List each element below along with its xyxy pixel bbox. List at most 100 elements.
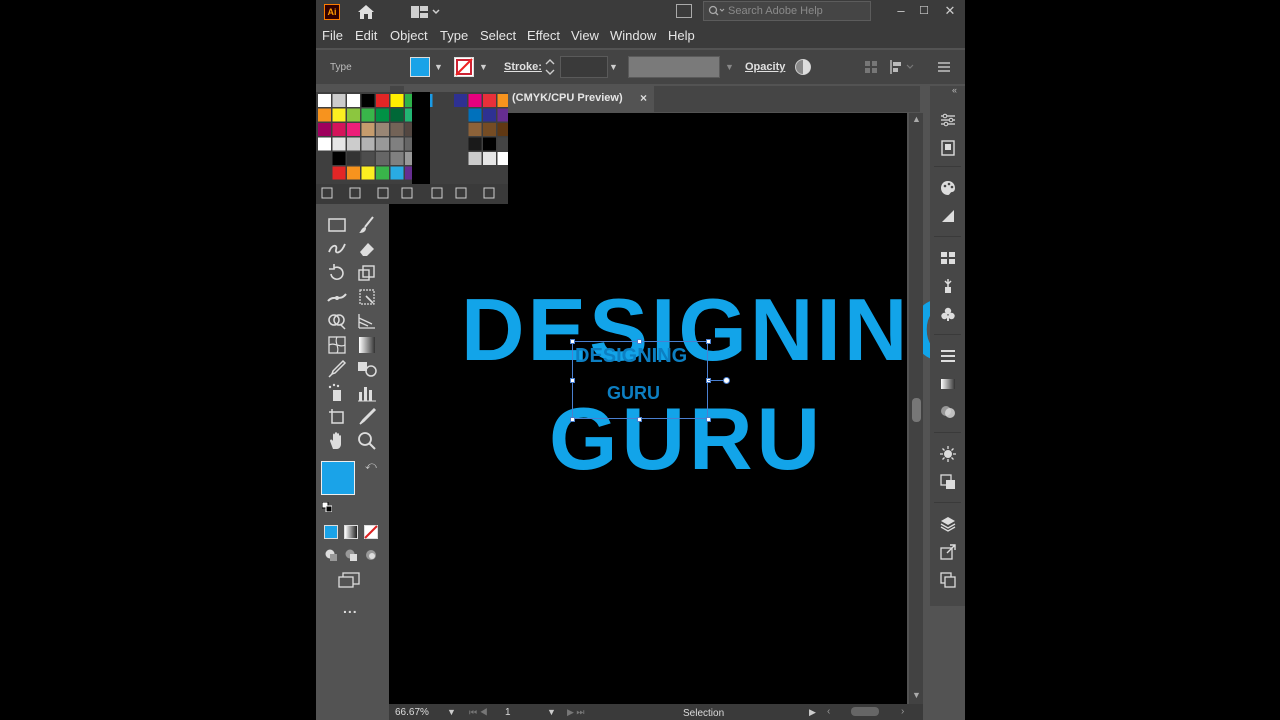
color-swatch[interactable]: [454, 94, 467, 107]
slice-tool-icon[interactable]: [356, 406, 378, 428]
color-swatch[interactable]: [483, 137, 496, 151]
maximize-button[interactable]: ☐: [914, 0, 934, 22]
color-swatch[interactable]: [497, 166, 511, 180]
selection-handle[interactable]: [637, 339, 642, 344]
menu-type[interactable]: Type: [440, 28, 468, 43]
arrange-documents-icon[interactable]: [676, 4, 692, 18]
symbol-sprayer-tool-icon[interactable]: [326, 382, 348, 404]
brushes-icon[interactable]: [940, 278, 956, 294]
eyedropper-tool-icon[interactable]: [326, 358, 348, 380]
selection-handle[interactable]: [637, 417, 642, 422]
color-swatch[interactable]: [497, 94, 511, 107]
appearance-icon[interactable]: [940, 446, 956, 462]
swap-fill-stroke-icon[interactable]: ⤺: [365, 460, 377, 473]
color-swatch[interactable]: [468, 137, 482, 151]
menu-view[interactable]: View: [571, 28, 599, 43]
color-swatch[interactable]: [390, 94, 404, 107]
none-mode-icon[interactable]: [364, 525, 378, 539]
stroke-panel-icon[interactable]: [940, 348, 956, 364]
current-tool-status[interactable]: Selection: [683, 708, 724, 719]
color-swatch[interactable]: [497, 123, 511, 136]
last-artboard-icon[interactable]: ▶ ⏭: [567, 707, 585, 718]
export-icon[interactable]: [940, 544, 956, 560]
stroke-weight-chevron-icon[interactable]: ▼: [609, 62, 618, 72]
menu-object[interactable]: Object: [390, 28, 428, 43]
draw-behind-icon[interactable]: [344, 548, 358, 562]
color-swatch[interactable]: [468, 94, 482, 107]
opacity-label[interactable]: Opacity: [745, 61, 785, 73]
screen-mode-icon[interactable]: [338, 572, 362, 588]
blend-tool-icon[interactable]: [356, 358, 378, 380]
eraser-tool-icon[interactable]: [356, 238, 378, 260]
close-document-button[interactable]: ×: [640, 91, 647, 105]
color-swatch[interactable]: [361, 108, 375, 122]
menu-window[interactable]: Window: [610, 28, 656, 43]
color-swatch[interactable]: [332, 137, 346, 151]
stroke-dropdown-chevron-icon[interactable]: ▼: [479, 62, 488, 72]
stroke-weight-field[interactable]: [560, 56, 608, 78]
free-transform-tool-icon[interactable]: [356, 286, 378, 308]
properties-icon[interactable]: [940, 112, 956, 128]
hand-tool-icon[interactable]: [326, 430, 348, 452]
color-swatch[interactable]: [376, 94, 389, 107]
selection-handle[interactable]: [570, 417, 575, 422]
color-swatch[interactable]: [347, 166, 360, 180]
color-swatch[interactable]: [318, 152, 331, 165]
transform-icon[interactable]: [888, 59, 916, 75]
gradient-panel-icon[interactable]: [940, 376, 956, 392]
scroll-right-icon[interactable]: ›: [901, 706, 904, 717]
color-swatch[interactable]: [483, 166, 496, 180]
fill-swatch[interactable]: [410, 57, 430, 77]
color-swatch[interactable]: [347, 137, 360, 151]
color-swatch[interactable]: [483, 108, 496, 122]
layers-icon[interactable]: [940, 516, 956, 532]
variable-width-profile-field[interactable]: [628, 56, 720, 78]
graphic-styles-icon[interactable]: [940, 474, 956, 490]
selection-bounding-box[interactable]: [572, 341, 708, 419]
menu-help[interactable]: Help: [668, 28, 695, 43]
stroke-label[interactable]: Stroke:: [504, 61, 542, 73]
zoom-level[interactable]: 66.67%: [395, 707, 429, 718]
menu-select[interactable]: Select: [480, 28, 516, 43]
color-swatch[interactable]: [468, 166, 482, 180]
color-swatch[interactable]: [361, 123, 375, 136]
edit-toolbar-button[interactable]: ...: [343, 600, 358, 616]
color-swatch[interactable]: [497, 152, 511, 165]
status-menu-arrow-icon[interactable]: ▶: [809, 707, 816, 718]
collapse-dock-icon[interactable]: «: [952, 85, 957, 95]
recolor-artwork-icon[interactable]: [794, 58, 812, 76]
text-out-port[interactable]: [723, 377, 730, 384]
mesh-tool-icon[interactable]: [326, 334, 348, 356]
gradient-mode-icon[interactable]: [344, 525, 358, 539]
fill-color-swatch[interactable]: [321, 461, 355, 495]
color-swatch[interactable]: [390, 166, 404, 180]
color-swatch[interactable]: [361, 166, 375, 180]
control-bar-menu-icon[interactable]: [937, 60, 951, 74]
color-swatch[interactable]: [497, 137, 511, 151]
column-graph-tool-icon[interactable]: [356, 382, 378, 404]
scale-tool-icon[interactable]: [356, 262, 378, 284]
stroke-stepper-icon[interactable]: [544, 56, 556, 78]
selection-handle[interactable]: [706, 417, 711, 422]
color-swatch[interactable]: [390, 152, 404, 165]
vertical-scrollbar-thumb[interactable]: [912, 398, 921, 422]
scroll-down-icon[interactable]: ▼: [912, 690, 921, 700]
menu-file[interactable]: File: [322, 28, 343, 43]
color-swatch[interactable]: [361, 152, 375, 165]
color-swatch[interactable]: [347, 152, 360, 165]
selection-handle[interactable]: [570, 378, 575, 383]
profile-chevron-icon[interactable]: ▼: [725, 62, 734, 72]
width-tool-icon[interactable]: [326, 286, 348, 308]
zoom-chevron-icon[interactable]: ▼: [447, 707, 456, 717]
color-swatch[interactable]: [332, 152, 346, 165]
shaper-tool-icon[interactable]: [326, 238, 348, 260]
color-swatch[interactable]: [468, 108, 482, 122]
color-swatch[interactable]: [376, 123, 389, 136]
draw-normal-icon[interactable]: [324, 548, 338, 562]
color-swatch[interactable]: [318, 94, 331, 107]
selection-handle[interactable]: [570, 339, 575, 344]
perspective-grid-tool-icon[interactable]: [356, 310, 378, 332]
color-swatch[interactable]: [390, 108, 404, 122]
color-swatch[interactable]: [376, 137, 389, 151]
color-icon[interactable]: [940, 180, 956, 196]
